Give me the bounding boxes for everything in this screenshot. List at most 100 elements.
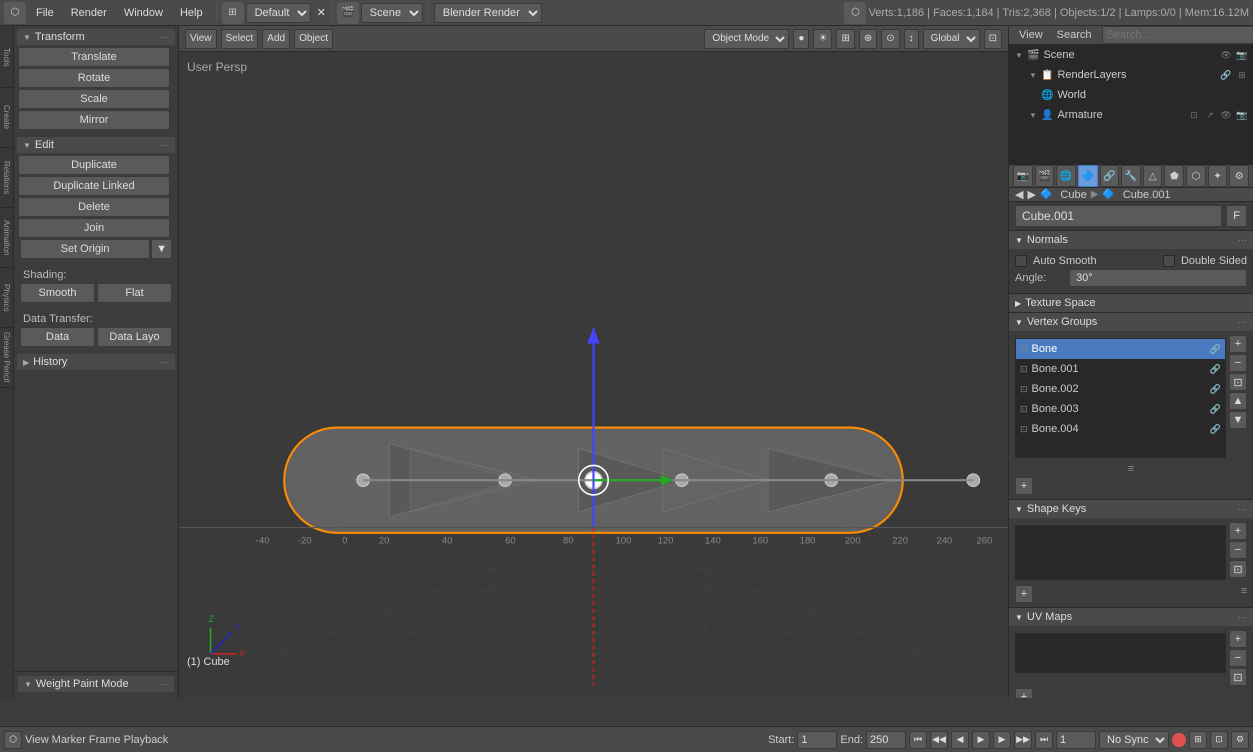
vp-sphere-icon[interactable]: ● [793, 29, 809, 49]
props-scene-btn[interactable]: 🎬 [1035, 165, 1055, 187]
create-tab[interactable]: Create [0, 88, 14, 148]
renderlayers-icon2[interactable]: ⊞ [1235, 68, 1249, 82]
sk-eq-btn[interactable]: + [1015, 585, 1033, 603]
global-select[interactable]: Global [923, 29, 980, 49]
tl-next-frame[interactable]: ▶ [993, 731, 1011, 749]
menu-file[interactable]: File [28, 5, 62, 21]
scale-btn[interactable]: Scale [18, 89, 170, 109]
tl-jump-end[interactable]: ⏭ [1035, 731, 1053, 749]
uv-add-btn[interactable]: + [1229, 630, 1247, 648]
set-origin-btn[interactable]: Set Origin [20, 239, 150, 259]
flat-btn[interactable]: Flat [97, 283, 172, 303]
tree-item-renderlayers[interactable]: ▼ 📋 RenderLayers 🔗 ⊞ [1009, 65, 1253, 85]
vg-bone003[interactable]: ⊡ Bone.003 🔗 [1016, 399, 1225, 419]
mirror-btn[interactable]: Mirror [18, 110, 170, 130]
view-label[interactable]: View [25, 734, 49, 746]
uv-spec-btn[interactable]: ⊡ [1229, 668, 1247, 686]
scene-select[interactable]: Scene [361, 3, 423, 23]
no-sync-select[interactable]: No Sync [1099, 731, 1169, 749]
vg-bone004[interactable]: ⊡ Bone.004 🔗 [1016, 419, 1225, 439]
vg-up-btn[interactable]: ▲ [1229, 392, 1247, 410]
set-origin-dropdown[interactable]: ▼ [151, 239, 172, 259]
vg-bone001[interactable]: ⊡ Bone.001 🔗 [1016, 359, 1225, 379]
start-frame-input[interactable] [797, 731, 837, 749]
arm-icon4[interactable]: 📷 [1235, 108, 1249, 122]
vp-view-btn[interactable]: View [185, 29, 217, 49]
physics-tab[interactable]: Physics [0, 268, 14, 328]
marker-label[interactable]: Marker [52, 734, 86, 746]
tl-extra2[interactable]: ⊡ [1210, 731, 1228, 749]
uv-remove-btn[interactable]: − [1229, 649, 1247, 667]
weight-paint-header[interactable]: ▼ Weight Paint Mode ··· [18, 676, 174, 692]
tree-item-scene[interactable]: ▼ 🎬 Scene 👁 📷 [1009, 45, 1253, 65]
uv-maps-header[interactable]: ▼ UV Maps ··· [1009, 608, 1253, 626]
scene-vis-icon[interactable]: 👁 [1219, 48, 1233, 62]
renderlayers-icon1[interactable]: 🔗 [1219, 68, 1233, 82]
vp-object-btn[interactable]: Object [294, 29, 333, 49]
vg-bone[interactable]: ⊡ Bone 🔗 [1016, 339, 1225, 359]
props-physics-btn[interactable]: ⚙ [1229, 165, 1249, 187]
vp-manip-icon[interactable]: ↕ [904, 29, 919, 49]
join-btn[interactable]: Join [18, 218, 170, 238]
vp-add-btn[interactable]: Add [262, 29, 290, 49]
double-sided-checkbox[interactable] [1163, 255, 1175, 267]
vp-magnet-icon[interactable]: ⊕ [859, 29, 877, 49]
tools-tab[interactable]: Tools [0, 28, 14, 88]
sk-remove-btn[interactable]: − [1229, 541, 1247, 559]
bc-cube-name[interactable]: Cube [1060, 189, 1086, 201]
props-texture-btn[interactable]: ⬡ [1186, 165, 1206, 187]
outliner-search-btn[interactable]: Search [1053, 28, 1096, 42]
shape-keys-header[interactable]: ▼ Shape Keys ··· [1009, 500, 1253, 518]
obj-name-input[interactable] [1015, 205, 1222, 227]
duplicate-btn[interactable]: Duplicate [18, 155, 170, 175]
auto-smooth-checkbox[interactable] [1015, 255, 1027, 267]
arm-icon2[interactable]: ↗ [1203, 108, 1217, 122]
props-render-btn[interactable]: 📷 [1013, 165, 1033, 187]
breadcrumb-forward[interactable]: ▶ [1027, 188, 1035, 201]
current-frame-input[interactable] [1056, 731, 1096, 749]
layout-select[interactable]: Default [246, 3, 311, 23]
smooth-btn[interactable]: Smooth [20, 283, 95, 303]
sk-spec-btn[interactable]: ⊡ [1229, 560, 1247, 578]
props-data-btn[interactable]: △ [1143, 165, 1163, 187]
tree-item-armature[interactable]: ▼ 👤 Armature ⊡ ↗ 👁 📷 [1009, 105, 1253, 125]
grease-pencil-tab[interactable]: Grease Pencil [0, 328, 14, 388]
uv-eq-btn[interactable]: + [1015, 688, 1033, 698]
angle-input[interactable]: 30° [1069, 269, 1247, 287]
breadcrumb-back[interactable]: ◀ [1015, 188, 1023, 201]
tl-jump-start[interactable]: ⏮ [909, 731, 927, 749]
menu-render[interactable]: Render [63, 5, 115, 21]
layout-icon[interactable]: ⊞ [222, 2, 244, 24]
props-modifiers-btn[interactable]: 🔧 [1121, 165, 1141, 187]
edit-header[interactable]: ▼ Edit ··· [17, 137, 175, 153]
tl-prev-key[interactable]: ◀◀ [930, 731, 948, 749]
history-header[interactable]: ▶ History ··· [17, 354, 175, 370]
props-material-btn[interactable]: ⬟ [1164, 165, 1184, 187]
props-constraints-btn[interactable]: 🔗 [1100, 165, 1120, 187]
tl-extra3[interactable]: ⚙ [1231, 731, 1249, 749]
translate-btn[interactable]: Translate [18, 47, 170, 67]
vp-select-btn[interactable]: Select [221, 29, 259, 49]
vg-spec-btn[interactable]: ⊡ [1229, 373, 1247, 391]
duplicate-linked-btn[interactable]: Duplicate Linked [18, 176, 170, 196]
props-particles-btn[interactable]: ✦ [1208, 165, 1228, 187]
props-world-btn[interactable]: 🌐 [1056, 165, 1076, 187]
playback-label[interactable]: Playback [124, 734, 169, 746]
props-object-btn[interactable]: 🔷 [1078, 165, 1098, 187]
vg-add-btn[interactable]: + [1229, 335, 1247, 353]
vp-render-icon[interactable]: ☀ [813, 29, 832, 49]
scene-render-icon[interactable]: 📷 [1235, 48, 1249, 62]
mode-select[interactable]: Object Mode [704, 29, 789, 49]
frame-label[interactable]: Frame [89, 734, 121, 746]
sk-add-btn[interactable]: + [1229, 522, 1247, 540]
vg-bone002[interactable]: ⊡ Bone.002 🔗 [1016, 379, 1225, 399]
tree-item-world[interactable]: 🌐 World [1009, 85, 1253, 105]
obj-name-f-btn[interactable]: F [1226, 205, 1247, 227]
engine-select[interactable]: Blender Render [434, 3, 542, 23]
tl-record-btn[interactable] [1172, 733, 1186, 747]
texture-space-header[interactable]: ▶ Texture Space [1009, 294, 1253, 312]
arm-icon1[interactable]: ⊡ [1187, 108, 1201, 122]
menu-window[interactable]: Window [116, 5, 171, 21]
relations-tab[interactable]: Relations [0, 148, 14, 208]
arm-icon3[interactable]: 👁 [1219, 108, 1233, 122]
